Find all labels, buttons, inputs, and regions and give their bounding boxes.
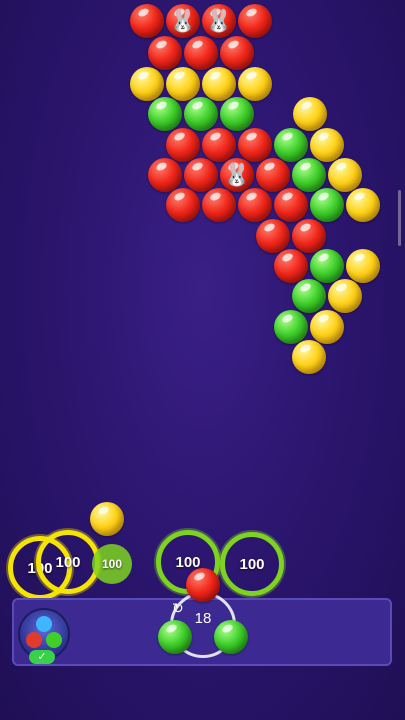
bunny-icon: 🐰: [223, 162, 251, 187]
green-bubble: [148, 97, 182, 131]
green-bubble: [220, 97, 254, 131]
booster-ball-icon: [26, 632, 42, 648]
red-bubble: [292, 219, 326, 253]
green-bubble: [274, 128, 308, 162]
booster-ball-icon: [36, 616, 52, 632]
red-bubble: [148, 158, 182, 192]
current-shooter-bubble[interactable]: [186, 568, 220, 602]
next-bubble[interactable]: [214, 620, 248, 654]
green-bubble: [292, 158, 326, 192]
green-bubble: [310, 249, 344, 283]
red-bubble: [166, 188, 200, 222]
booster-ball-icon: [46, 632, 62, 648]
shots-remaining-counter: 18: [194, 610, 212, 627]
green-bubble: [292, 279, 326, 313]
red-bubble: [202, 128, 236, 162]
yellow-bubble: [293, 97, 327, 131]
red-bubble: [166, 128, 200, 162]
yellow-bubble: [310, 128, 344, 162]
swap-arrow-icon: ↻: [172, 600, 184, 616]
yellow-bubble: [310, 310, 344, 344]
yellow-bubble: [346, 188, 380, 222]
red-bubble: [238, 128, 272, 162]
red-bubble: [256, 219, 290, 253]
yellow-bubble: [292, 340, 326, 374]
yellow-bubble: [328, 158, 362, 192]
red-bubble: [256, 158, 290, 192]
yellow-bubble: [328, 279, 362, 313]
flying-bubble: [90, 502, 124, 536]
next-bubble[interactable]: [158, 620, 192, 654]
red-bubble: [274, 188, 308, 222]
green-bubble: [310, 188, 344, 222]
red-bubble: [130, 4, 164, 38]
booster-check-badge: ✓: [29, 650, 55, 664]
yellow-bubble: [130, 67, 164, 101]
yellow-bubble: [202, 67, 236, 101]
green-bubble: [184, 97, 218, 131]
bunny-icon: 🐰: [169, 8, 197, 33]
red-bubble: [238, 188, 272, 222]
red-bubble: [184, 158, 218, 192]
yellow-bubble: [166, 67, 200, 101]
red-bubble: [238, 4, 272, 38]
red-bubble: [184, 36, 218, 70]
score-popup: 100: [92, 544, 132, 584]
yellow-bubble: [238, 67, 272, 101]
yellow-bubble: [346, 249, 380, 283]
scroll-indicator: [398, 190, 401, 246]
red-bubble: [274, 249, 308, 283]
score-popup: 100: [220, 532, 284, 596]
bunny-icon: 🐰: [205, 8, 233, 33]
red-bubble: [220, 36, 254, 70]
green-bubble: [274, 310, 308, 344]
red-bubble: [148, 36, 182, 70]
red-bubble: [202, 188, 236, 222]
score-popup: 100: [36, 530, 100, 594]
